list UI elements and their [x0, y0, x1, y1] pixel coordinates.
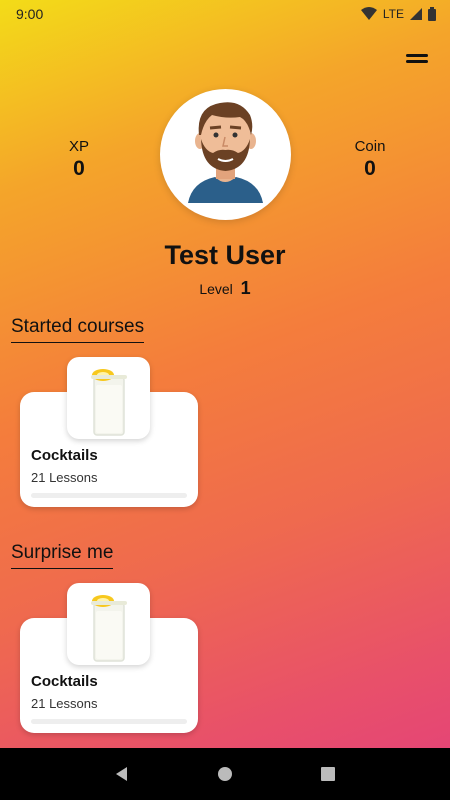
menu-icon[interactable] — [406, 52, 430, 68]
course-title: Cocktails — [31, 673, 98, 690]
course-thumbnail[interactable] — [67, 357, 150, 439]
started-courses-title: Started courses — [11, 316, 145, 343]
course-thumbnail[interactable] — [67, 583, 150, 665]
user-name: Test User — [164, 240, 286, 270]
home-icon[interactable] — [216, 765, 234, 783]
xp-value: 0 — [73, 157, 85, 180]
status-bar: 9:00 LTE — [0, 0, 450, 28]
user-avatar-icon — [188, 102, 263, 203]
xp-stat: XP 0 — [49, 138, 109, 181]
back-icon[interactable] — [113, 765, 131, 783]
cocktail-glass-icon — [91, 369, 127, 436]
level-row: Level 1 — [0, 278, 450, 299]
course-lessons: 21 Lessons — [31, 470, 98, 485]
signal-icon — [410, 8, 422, 20]
wifi-icon — [360, 7, 377, 20]
cocktail-glass-icon — [91, 595, 127, 662]
coin-label: Coin — [354, 138, 386, 155]
battery-icon — [428, 7, 436, 21]
course-title: Cocktails — [31, 447, 98, 464]
level-label: Level — [199, 281, 233, 297]
course-progress-bar — [31, 719, 187, 724]
level-value: 1 — [240, 278, 251, 298]
system-nav-bar — [0, 748, 450, 800]
avatar[interactable] — [160, 89, 291, 220]
course-lessons: 21 Lessons — [31, 696, 98, 711]
surprise-me-title: Surprise me — [11, 542, 114, 569]
status-icons: LTE — [360, 7, 436, 21]
status-time: 9:00 — [16, 6, 44, 22]
coin-stat: Coin 0 — [340, 138, 400, 181]
course-progress-bar — [31, 493, 187, 498]
xp-label: XP — [68, 138, 89, 155]
recents-icon[interactable] — [319, 765, 337, 783]
coin-value: 0 — [364, 157, 376, 180]
network-type: LTE — [382, 7, 404, 21]
